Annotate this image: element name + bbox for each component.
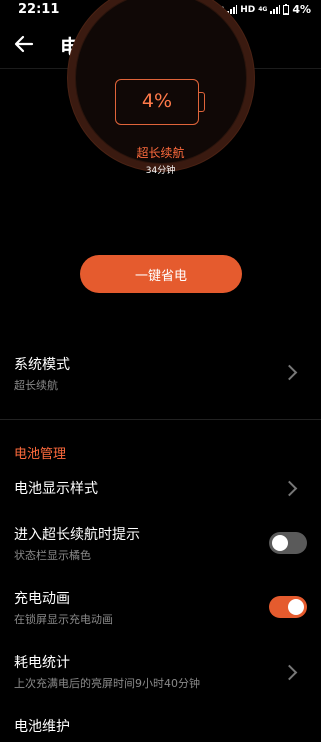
ultra-long-hint-row[interactable]: 进入超长续航时提示 状态栏显示橘色 (0, 520, 321, 566)
battery-display-style-title: 电池显示样式 (14, 481, 98, 497)
ultra-long-hint-subtitle: 状态栏显示橘色 (14, 549, 91, 562)
signal-icon (270, 5, 281, 14)
system-mode-row[interactable]: 系统模式 超长续航 (0, 340, 321, 400)
toggle-knob (272, 535, 288, 551)
battery-time-left: 34分钟 (145, 166, 176, 176)
battery-display-style-row[interactable]: 电池显示样式 (0, 472, 321, 504)
system-mode-title: 系统模式 (14, 357, 70, 373)
toggle-knob (288, 599, 304, 615)
power-usage-row[interactable]: 耗电统计 上次充满电后的亮屏时间9小时40分钟 (0, 648, 321, 694)
status-time: 22:11 (18, 2, 60, 17)
chevron-right-icon (281, 664, 298, 681)
one-key-save-button[interactable]: 一键省电 (80, 255, 242, 293)
chevron-right-icon (281, 480, 298, 497)
ultra-long-hint-title: 进入超长续航时提示 (14, 527, 140, 543)
network-type-2: 4G (258, 6, 268, 13)
battery-tip (199, 92, 205, 112)
status-battery-percent: 4% (292, 3, 311, 16)
chevron-right-icon (281, 364, 298, 381)
battery-maintenance-title: 电池维护 (14, 719, 70, 735)
charging-animation-row[interactable]: 充电动画 在锁屏显示充电动画 (0, 584, 321, 630)
power-usage-subtitle: 上次充满电后的亮屏时间9小时40分钟 (14, 677, 200, 690)
battery-icon (283, 4, 290, 15)
system-mode-value: 超长续航 (14, 379, 58, 392)
section-divider (0, 419, 321, 420)
charging-animation-subtitle: 在锁屏显示充电动画 (14, 613, 113, 626)
back-arrow-icon[interactable] (12, 32, 36, 56)
section-header-battery-management: 电池管理 (14, 447, 67, 462)
battery-maintenance-row[interactable]: 电池维护 (0, 712, 321, 742)
battery-mode-label: 超长续航 (136, 146, 185, 160)
battery-percent: 4% (141, 90, 173, 112)
ultra-long-hint-toggle[interactable] (269, 532, 307, 554)
hd-label-2: HD (240, 4, 256, 15)
charging-animation-title: 充电动画 (14, 591, 70, 607)
charging-animation-toggle[interactable] (269, 596, 307, 618)
power-usage-title: 耗电统计 (14, 655, 70, 671)
